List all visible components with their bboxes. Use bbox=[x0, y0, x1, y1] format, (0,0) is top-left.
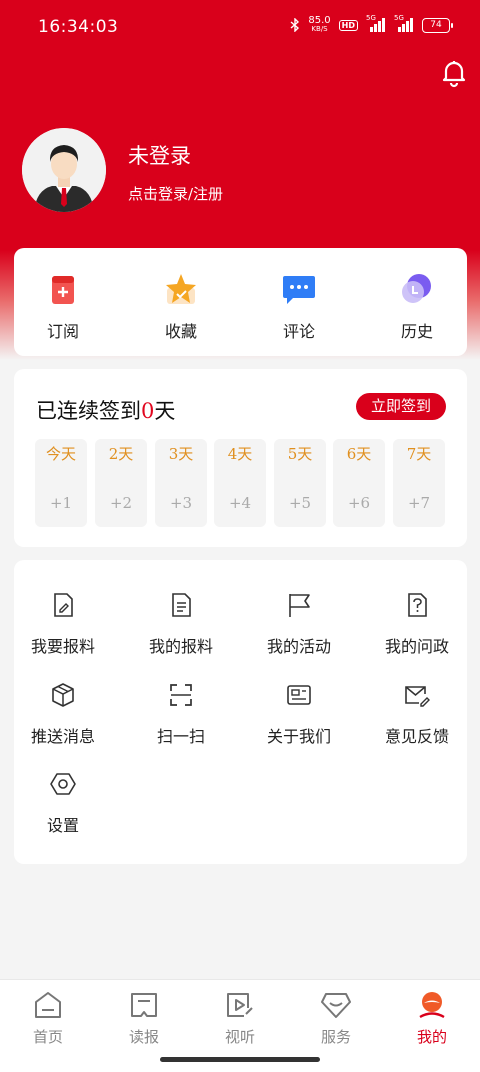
info-card-icon bbox=[285, 681, 313, 709]
scan-icon bbox=[167, 681, 195, 709]
status-time: 16:34:03 bbox=[38, 17, 119, 37]
document-list-icon bbox=[167, 591, 195, 619]
menu-push-messages[interactable]: 推送消息 bbox=[8, 681, 118, 747]
quick-comments[interactable]: 评论 bbox=[259, 270, 339, 342]
menu-my-inquiries[interactable]: 我的问政 bbox=[362, 591, 472, 657]
menu-my-activities[interactable]: 我的活动 bbox=[244, 591, 354, 657]
comment-icon bbox=[279, 270, 319, 310]
checkin-day: 今天 +1 bbox=[35, 439, 87, 527]
network-speed: 85.0 KB/S bbox=[308, 15, 331, 34]
login-register-link[interactable]: 点击登录/注册 bbox=[128, 183, 223, 204]
mail-edit-icon bbox=[403, 681, 431, 709]
bluetooth-icon bbox=[290, 18, 300, 32]
home-icon bbox=[32, 990, 64, 1020]
quick-favorites[interactable]: 收藏 bbox=[141, 270, 221, 342]
checkin-day: 7天 +7 bbox=[393, 439, 445, 527]
profile-icon bbox=[416, 990, 448, 1020]
menu-my-tips[interactable]: 我的报料 bbox=[126, 591, 236, 657]
notification-bell-icon[interactable] bbox=[438, 56, 470, 88]
menu-feedback[interactable]: 意见反馈 bbox=[362, 681, 472, 747]
checkin-card: 已连续签到0天 立即签到 今天 +1 2天 +2 3天 +3 4天 +4 5天 +5 6天… bbox=[14, 369, 467, 547]
video-play-icon bbox=[224, 990, 256, 1020]
quick-subscribe[interactable]: 订阅 bbox=[23, 270, 103, 342]
checkin-day: 2天 +2 bbox=[95, 439, 147, 527]
checkin-day: 5天 +5 bbox=[274, 439, 326, 527]
quick-history[interactable]: 历史 bbox=[377, 270, 457, 342]
tab-newspaper[interactable]: 读报 bbox=[96, 990, 192, 1047]
menu-settings[interactable]: 设置 bbox=[8, 770, 118, 836]
tab-home[interactable]: 首页 bbox=[0, 990, 96, 1047]
tab-profile[interactable]: 我的 bbox=[384, 990, 480, 1047]
document-edit-icon bbox=[49, 591, 77, 619]
service-diamond-icon bbox=[320, 990, 352, 1020]
avatar[interactable] bbox=[22, 128, 106, 212]
signal-icon: 5G bbox=[366, 14, 386, 32]
checkin-streak: 已连续签到0天 bbox=[36, 399, 176, 423]
checkin-day: 4天 +4 bbox=[214, 439, 266, 527]
tab-video[interactable]: 视听 bbox=[192, 990, 288, 1047]
cube-icon bbox=[49, 681, 77, 709]
newspaper-icon bbox=[128, 990, 160, 1020]
quick-actions-card: 订阅 收藏 评论 历史 bbox=[14, 248, 467, 356]
subscribe-icon bbox=[43, 270, 83, 310]
login-title[interactable]: 未登录 bbox=[128, 140, 191, 170]
menu-submit-tip[interactable]: 我要报料 bbox=[8, 591, 118, 657]
checkin-day: 3天 +3 bbox=[155, 439, 207, 527]
menu-grid-card: 我要报料 我的报料 我的活动 我的问政 推送消息 扫一扫 关于我们 意见反馈 设… bbox=[14, 560, 467, 864]
flag-icon bbox=[285, 591, 313, 619]
checkin-button[interactable]: 立即签到 bbox=[356, 393, 446, 420]
tab-services[interactable]: 服务 bbox=[288, 990, 384, 1047]
question-document-icon bbox=[403, 591, 431, 619]
battery-icon: 74 bbox=[422, 17, 453, 33]
status-bar: 16:34:03 85.0 KB/S HD 5G 5G 74 bbox=[0, 0, 480, 56]
status-icons: 85.0 KB/S HD 5G 5G 74 bbox=[290, 14, 453, 34]
menu-scan[interactable]: 扫一扫 bbox=[126, 681, 236, 747]
hd-badge: HD bbox=[338, 19, 358, 31]
star-icon bbox=[161, 270, 201, 310]
settings-hexagon-icon bbox=[49, 770, 77, 798]
history-clock-icon bbox=[397, 270, 437, 310]
checkin-day: 6天 +6 bbox=[333, 439, 385, 527]
menu-about-us[interactable]: 关于我们 bbox=[244, 681, 354, 747]
signal-icon-2: 5G bbox=[394, 14, 414, 32]
home-indicator bbox=[160, 1057, 320, 1062]
